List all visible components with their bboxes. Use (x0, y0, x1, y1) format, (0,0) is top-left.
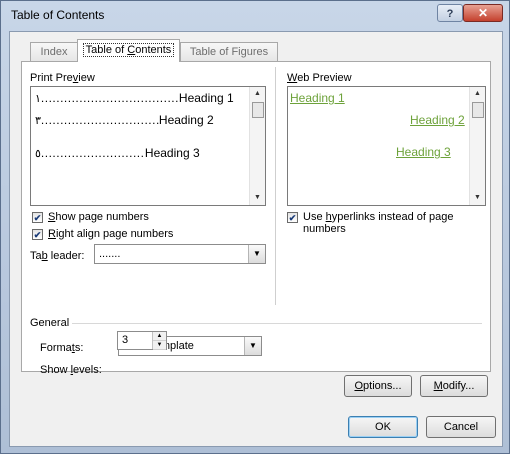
web-preview-link[interactable]: Heading 3 (396, 145, 451, 159)
tab-leader-value: ....... (99, 248, 121, 260)
web-preview-box[interactable]: Heading 1 Heading 2 Heading 3 ▲ ▼ (287, 86, 486, 206)
dialog-title: Table of Contents (11, 8, 105, 22)
help-button[interactable]: ? (437, 4, 463, 22)
tab-table-of-contents[interactable]: Table of Contents (77, 39, 180, 62)
chevron-down-icon[interactable]: ▼ (248, 245, 265, 263)
print-preview-row: ٥......................................H… (35, 146, 200, 160)
use-hyperlinks-checkbox[interactable]: ✔ (287, 212, 298, 223)
right-align-checkbox[interactable]: ✔ (32, 229, 43, 240)
spinner-buttons[interactable]: ▲ ▼ (152, 332, 166, 350)
web-preview-label: Web Preview (287, 72, 352, 84)
tab-panel: Print Preview ١.........................… (21, 61, 491, 376)
web-preview-link[interactable]: Heading 1 (290, 91, 345, 105)
modify-button[interactable]: Modify... (420, 375, 488, 397)
spin-up-icon[interactable]: ▲ (153, 332, 166, 341)
dialog-window: Table of Contents ? ✕ Index Table of Con… (0, 0, 510, 454)
cancel-button[interactable]: Cancel (426, 416, 496, 438)
general-heading: General (30, 317, 70, 329)
tab-leader-dropdown[interactable]: ....... ▼ (94, 244, 266, 264)
general-divider (72, 323, 482, 324)
tab-toc-label: Table of Contents (82, 43, 175, 57)
use-hyperlinks-label[interactable]: Use hyperlinks instead of page numbers (303, 211, 490, 235)
print-preview-row: ٣......................................H… (35, 113, 214, 127)
chevron-down-icon[interactable]: ▼ (244, 337, 261, 355)
scroll-down-arrow-icon[interactable]: ▼ (250, 191, 265, 205)
formats-label: Formats: (40, 342, 84, 354)
vertical-divider (275, 67, 276, 305)
tab-table-of-figures[interactable]: Table of Figures (180, 42, 278, 61)
print-preview-label: Print Preview (30, 72, 95, 84)
print-preview-scrollbar[interactable]: ▲ ▼ (249, 87, 265, 205)
show-page-numbers-label[interactable]: Show page numbers (48, 211, 149, 223)
print-preview-row: ١...................................... H… (35, 91, 234, 105)
spin-down-icon[interactable]: ▼ (153, 341, 166, 350)
options-button[interactable]: Options... (344, 375, 412, 397)
print-preview-box[interactable]: ١...................................... H… (30, 86, 266, 206)
tab-index-label: Index (40, 46, 68, 58)
web-preview-scrollbar[interactable]: ▲ ▼ (469, 87, 485, 205)
scroll-up-arrow-icon[interactable]: ▲ (250, 87, 265, 101)
scroll-down-arrow-icon[interactable]: ▼ (470, 191, 485, 205)
title-bar[interactable]: Table of Contents ? ✕ (1, 1, 509, 31)
tab-index[interactable]: Index (30, 42, 78, 61)
scroll-thumb[interactable] (472, 102, 484, 118)
scroll-thumb[interactable] (252, 102, 264, 118)
web-preview-link[interactable]: Heading 2 (410, 113, 465, 127)
close-button[interactable]: ✕ (463, 4, 503, 22)
tab-leader-label: Tab leader: (30, 250, 85, 262)
ok-button[interactable]: OK (348, 416, 418, 438)
right-align-label[interactable]: Right align page numbers (48, 228, 173, 240)
scroll-up-arrow-icon[interactable]: ▲ (470, 87, 485, 101)
dialog-client-area: Index Table of Contents Table of Figures… (9, 31, 503, 447)
tab-tof-label: Table of Figures (189, 46, 269, 58)
show-levels-spinner[interactable]: 3 ▲ ▼ (117, 331, 167, 350)
show-levels-label: Show levels: (40, 364, 102, 376)
show-levels-value: 3 (122, 334, 129, 346)
show-page-numbers-checkbox[interactable]: ✔ (32, 212, 43, 223)
